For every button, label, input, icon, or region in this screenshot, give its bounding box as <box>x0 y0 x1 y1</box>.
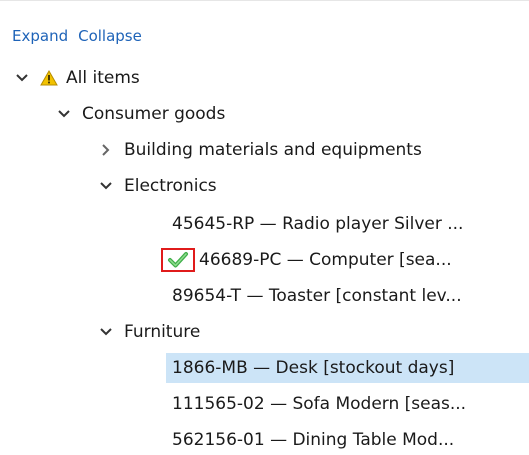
warning-icon <box>40 70 58 86</box>
tree-label: All items <box>66 68 140 88</box>
tree-label: Building materials and equipments <box>124 140 422 160</box>
item-label: 1866-MB — Desk [stockout days] <box>172 358 455 378</box>
check-icon <box>161 248 195 272</box>
tree-row-item[interactable]: 89654-T — Toaster [constant lev... <box>0 281 529 311</box>
chevron-down-icon[interactable] <box>14 70 30 86</box>
tree-label: Consumer goods <box>82 104 226 124</box>
tree-row-item-selected[interactable]: 1866-MB — Desk [stockout days] <box>0 353 529 383</box>
tree-row-electronics[interactable]: Electronics <box>0 171 529 201</box>
chevron-right-icon[interactable] <box>98 142 114 158</box>
item-label: 111565-02 — Sofa Modern [seas... <box>172 394 467 414</box>
item-label: 562156-01 — Dining Table Mod... <box>172 430 455 450</box>
collapse-link[interactable]: Collapse <box>78 27 142 45</box>
item-label: 89654-T — Toaster [constant lev... <box>172 286 462 306</box>
tree-row-consumer-goods[interactable]: Consumer goods <box>0 99 529 129</box>
item-label: 46689-PC — Computer [sea... <box>199 250 452 270</box>
chevron-down-icon[interactable] <box>98 324 114 340</box>
tree-row-item[interactable]: 562156-01 — Dining Table Mod... <box>0 425 529 455</box>
tree-toolbar: Expand Collapse <box>12 24 152 48</box>
tree-row-item[interactable]: 111565-02 — Sofa Modern [seas... <box>0 389 529 419</box>
tree-label: Furniture <box>124 322 201 342</box>
tree-row-all-items[interactable]: All items <box>0 63 529 93</box>
tree-row-furniture[interactable]: Furniture <box>0 317 529 347</box>
tree-row-building-materials[interactable]: Building materials and equipments <box>0 135 529 165</box>
top-divider <box>0 0 529 1</box>
expand-link[interactable]: Expand <box>12 27 68 45</box>
item-label: 45645-RP — Radio player Silver ... <box>172 214 464 234</box>
tree-row-item[interactable]: 45645-RP — Radio player Silver ... <box>0 209 529 239</box>
tree-label: Electronics <box>124 176 217 196</box>
tree-row-item[interactable]: 46689-PC — Computer [sea... <box>0 245 529 275</box>
chevron-down-icon[interactable] <box>98 178 114 194</box>
chevron-down-icon[interactable] <box>56 106 72 122</box>
